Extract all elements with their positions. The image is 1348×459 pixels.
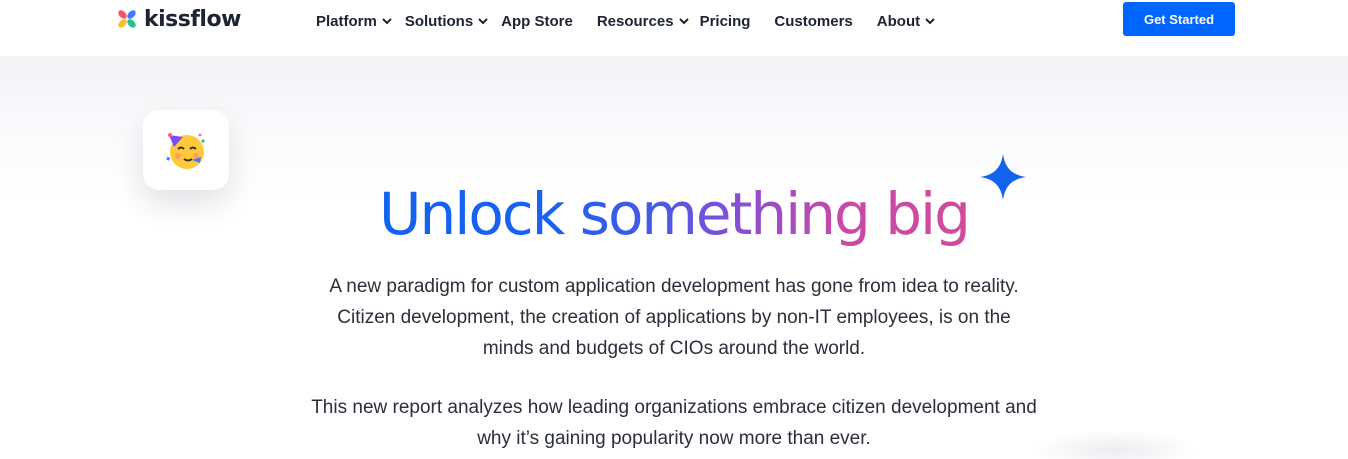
kissflow-logo-icon [118, 10, 136, 28]
logo-text: kissflow [144, 6, 241, 32]
nav-label: Platform [316, 12, 377, 30]
nav-label: Resources [596, 12, 674, 30]
hero-paragraph-intro: A new paradigm for custom application de… [329, 276, 1019, 359]
nav-item-about[interactable]: About [877, 9, 936, 33]
nav-label: About [876, 12, 921, 30]
chevron-down-icon [678, 18, 689, 25]
partying-face-icon [166, 133, 205, 169]
nav-item-app-store[interactable]: App Store [501, 9, 573, 33]
nav-item-pricing[interactable]: Pricing [700, 9, 751, 33]
get-started-button[interactable]: Get Started [1123, 2, 1235, 36]
headline-text: Unlock something big [379, 180, 971, 248]
nav-label: Solutions [404, 12, 474, 30]
chevron-down-icon [382, 18, 392, 25]
nav-item-resources[interactable]: Resources [597, 9, 690, 33]
nav-label: App Store [501, 12, 573, 30]
nav-item-platform[interactable]: Platform [316, 9, 393, 33]
hero-headline: Unlock something big [0, 178, 1348, 250]
decorative-glow [1030, 430, 1200, 459]
chevron-down-icon [925, 18, 935, 25]
nav-label: Pricing [699, 12, 751, 30]
main-nav: Platform Solutions App Store Resources P… [316, 9, 936, 33]
kissflow-logo[interactable]: kissflow [116, 4, 241, 34]
nav-item-solutions[interactable]: Solutions [405, 9, 489, 33]
nav-item-customers[interactable]: Customers [774, 9, 852, 33]
top-navbar: kissflow Platform Solutions App Store Re… [0, 0, 1348, 56]
nav-label: Customers [774, 12, 853, 30]
chevron-down-icon [478, 18, 488, 25]
